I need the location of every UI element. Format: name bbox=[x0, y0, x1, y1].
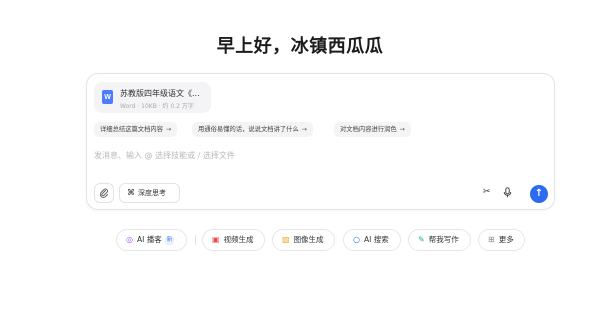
skill-ai-search[interactable]: ○ AI 搜索 bbox=[343, 229, 401, 251]
video-icon: ▣ bbox=[212, 235, 220, 244]
message-input[interactable] bbox=[94, 148, 534, 162]
skill-ai-podcast[interactable]: ◎ AI 播客新 bbox=[116, 229, 187, 251]
send-arrow-icon: ↑ bbox=[534, 188, 544, 199]
suggestion-label: 详细总结这篇文档内容 bbox=[100, 126, 163, 133]
arrow-right-icon: → bbox=[301, 126, 308, 133]
attach-button[interactable] bbox=[94, 183, 114, 203]
skill-label: AI 播客 bbox=[136, 235, 162, 244]
skill-label: 更多 bbox=[498, 235, 514, 244]
new-badge: 新 bbox=[164, 236, 175, 245]
greeting-title: 早上好，冰镇西瓜瓜 bbox=[216, 36, 384, 57]
skill-bar: ◎ AI 播客新 ▣ 视频生成 ▨ 图像生成 ○ AI 搜索 ✎ 帮我写作 ⊞ 更多 bbox=[0, 229, 600, 251]
deep-think-label: 深度思考 bbox=[138, 189, 166, 197]
pen-icon: ✎ bbox=[418, 235, 425, 244]
skill-writing[interactable]: ✎ 帮我写作 bbox=[408, 229, 471, 251]
deep-think-icon: ⌘ bbox=[127, 188, 135, 197]
search-icon: ○ bbox=[353, 235, 360, 244]
skill-image-generation[interactable]: ▨ 图像生成 bbox=[272, 229, 335, 251]
skill-video-generation[interactable]: ▣ 视频生成 bbox=[202, 229, 265, 251]
deep-think-button[interactable]: ⌘ 深度思考 bbox=[119, 183, 180, 203]
skill-label: 视频生成 bbox=[223, 235, 254, 244]
attachment-name: 苏教版四年级语文《... bbox=[120, 89, 200, 98]
divider bbox=[195, 235, 196, 245]
scissors-icon[interactable]: ✂ bbox=[483, 187, 491, 197]
word-file-icon: W bbox=[102, 90, 113, 104]
skill-more[interactable]: ⊞ 更多 bbox=[478, 229, 525, 251]
skill-label: AI 搜索 bbox=[363, 235, 389, 244]
grid-icon: ⊞ bbox=[488, 235, 495, 244]
microphone-icon[interactable] bbox=[503, 187, 512, 201]
attachment-card[interactable]: W 苏教版四年级语文《... Word · 10KB · 约 0.2 万字 bbox=[94, 82, 211, 113]
arrow-right-icon: → bbox=[399, 126, 405, 133]
arrow-right-icon: → bbox=[165, 126, 172, 133]
send-button[interactable]: ↑ bbox=[530, 185, 548, 203]
chat-composer: W 苏教版四年级语文《... Word · 10KB · 约 0.2 万字 详细… bbox=[86, 73, 555, 210]
suggestion-chip[interactable]: 对文档内容进行润色 → bbox=[334, 122, 411, 137]
image-icon: ▨ bbox=[282, 235, 290, 244]
skill-label: 帮我写作 bbox=[428, 235, 459, 244]
suggestion-label: 对文档内容进行润色 bbox=[340, 126, 397, 133]
paperclip-icon bbox=[99, 188, 109, 201]
suggestion-label: 用通俗易懂的话，说说文档讲了什么 bbox=[198, 126, 299, 133]
skill-label: 图像生成 bbox=[293, 235, 324, 244]
attachment-meta: Word · 10KB · 约 0.2 万字 bbox=[120, 103, 194, 110]
suggestion-chip[interactable]: 详细总结这篇文档内容 → bbox=[94, 122, 178, 137]
podcast-icon: ◎ bbox=[126, 235, 133, 244]
suggestion-chip[interactable]: 用通俗易懂的话，说说文档讲了什么 → bbox=[192, 122, 314, 137]
